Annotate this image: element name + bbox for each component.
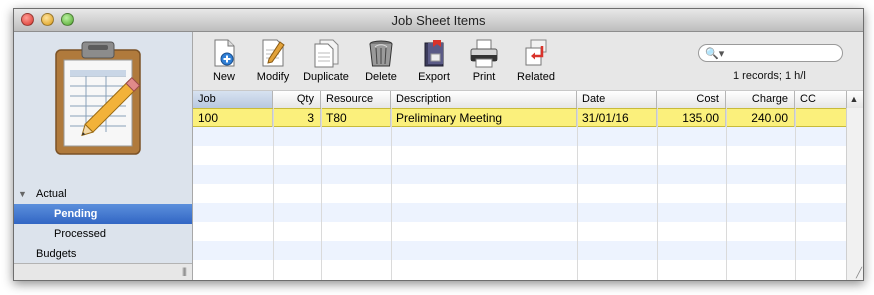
empty-row — [193, 222, 847, 241]
splitter-grip-icon[interactable]: ||| — [182, 266, 187, 276]
job-sheet-table: Job Qty Resource Description Date Cost C… — [193, 90, 863, 280]
empty-row — [193, 203, 847, 222]
title-bar[interactable]: Job Sheet Items — [14, 9, 863, 32]
tree-item-processed[interactable]: Processed — [14, 224, 192, 244]
sidebar: ▼ Actual Pending Processed Budgets ||| — [14, 32, 193, 280]
column-header-date[interactable]: Date — [577, 91, 657, 108]
clipboard-pencil-icon — [50, 40, 154, 161]
printer-icon — [470, 39, 498, 68]
cell-charge: 240.00 — [726, 109, 795, 127]
empty-row — [193, 146, 847, 165]
tree-item-label: Pending — [54, 208, 98, 220]
record-count: 1 records; 1 h/l — [733, 70, 806, 82]
duplicate-button-label: Duplicate — [303, 71, 349, 83]
duplicate-button[interactable]: Duplicate — [299, 38, 353, 88]
modify-button-label: Modify — [256, 71, 290, 83]
column-header-description[interactable]: Description — [391, 91, 577, 108]
duplicate-document-icon — [314, 39, 339, 68]
resize-corner-icon[interactable]: ╱ — [856, 268, 862, 279]
related-button-label: Related — [517, 71, 555, 83]
column-divider — [321, 108, 322, 280]
modify-button[interactable]: Modify — [249, 38, 297, 88]
empty-row — [193, 165, 847, 184]
column-header-cost[interactable]: Cost — [657, 91, 726, 108]
trash-bin-icon — [369, 40, 393, 67]
column-divider — [577, 108, 578, 280]
cell-date: 31/01/16 — [577, 109, 657, 127]
tree-item-label: Actual — [36, 188, 67, 200]
new-button[interactable]: New — [205, 38, 243, 88]
cell-resource: T80 — [321, 109, 391, 127]
tree-item-budgets[interactable]: Budgets — [14, 244, 192, 264]
column-header-resource[interactable]: Resource — [321, 91, 391, 108]
delete-button[interactable]: Delete — [359, 38, 403, 88]
column-menu-icon[interactable]: ▲︎ — [845, 91, 863, 108]
column-divider — [795, 108, 796, 280]
delete-button-label: Delete — [365, 71, 397, 83]
print-button-label: Print — [472, 71, 496, 83]
cell-cc — [795, 109, 847, 127]
pencil-document-icon — [262, 39, 285, 67]
column-divider — [657, 108, 658, 280]
job-sheet-items-window: Job Sheet Items ▼ Actual Pending Process… — [13, 8, 864, 281]
export-button[interactable]: Export — [411, 38, 457, 88]
export-button-label: Export — [418, 71, 450, 83]
search-field[interactable]: 🔍▾ — [698, 44, 843, 62]
table-row[interactable]: 100 3 T80 Preliminary Meeting 31/01/16 1… — [193, 108, 847, 127]
column-divider — [726, 108, 727, 280]
sidebar-footer: ||| — [14, 263, 192, 280]
column-divider — [391, 108, 392, 280]
cell-cost: 135.00 — [657, 109, 726, 127]
column-header-qty[interactable]: Qty — [273, 91, 321, 108]
export-book-icon — [424, 40, 444, 67]
related-button[interactable]: Related — [513, 38, 559, 88]
column-header-job[interactable]: Job — [193, 91, 273, 108]
empty-row — [193, 260, 847, 279]
empty-row — [193, 127, 847, 146]
cell-description: Preliminary Meeting — [391, 109, 577, 127]
cell-job: 100 — [193, 109, 273, 127]
cell-qty: 3 — [273, 109, 321, 127]
tree-item-pending[interactable]: Pending — [14, 204, 192, 224]
related-arrow-icon — [525, 39, 547, 66]
empty-row — [193, 184, 847, 203]
tree-item-label: Budgets — [36, 248, 77, 260]
disclosure-triangle-icon[interactable]: ▼ — [18, 184, 27, 204]
column-header-cc[interactable]: CC — [795, 91, 847, 108]
vertical-scrollbar[interactable]: ╱ — [846, 108, 863, 280]
table-header: Job Qty Resource Description Date Cost C… — [193, 90, 863, 109]
new-button-label: New — [212, 71, 235, 83]
column-header-charge[interactable]: Charge — [726, 91, 795, 108]
toolbar: New Modify Duplicate Delete Export Print… — [193, 32, 863, 90]
column-divider — [273, 108, 274, 280]
empty-row — [193, 241, 847, 260]
tree-item-label: Processed — [54, 228, 106, 240]
search-icon[interactable]: 🔍▾ — [705, 47, 724, 60]
print-button[interactable]: Print — [465, 38, 503, 88]
new-document-icon — [214, 39, 235, 67]
window-title: Job Sheet Items — [391, 13, 486, 28]
tree-item-actual[interactable]: ▼ Actual — [14, 184, 192, 204]
